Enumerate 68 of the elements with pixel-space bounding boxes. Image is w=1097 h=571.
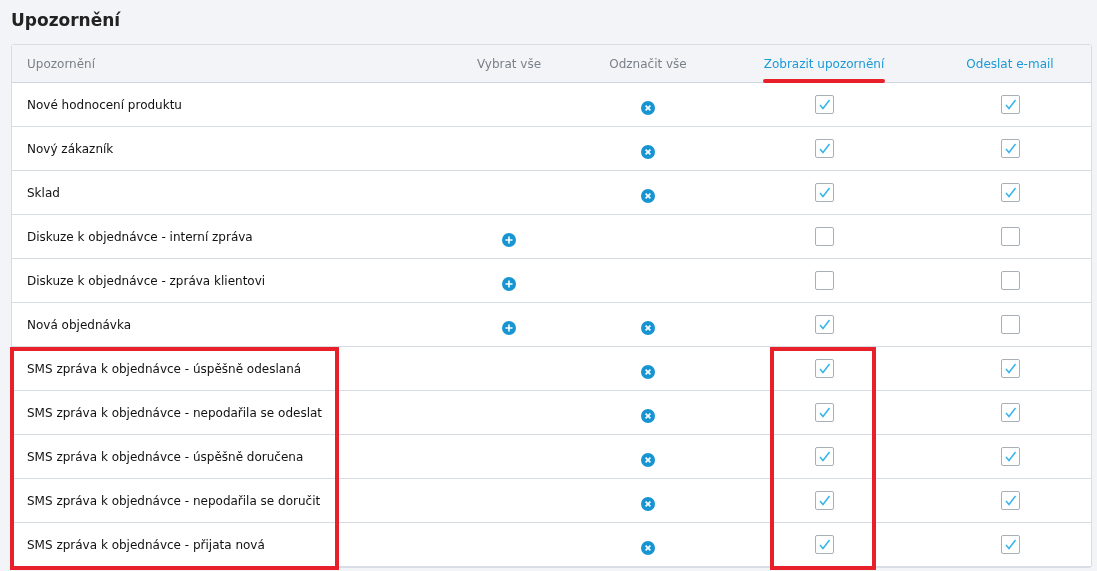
checkmark-icon [1003, 406, 1017, 419]
checkbox[interactable] [814, 491, 834, 510]
notification-name: Sklad [26, 185, 61, 200]
checkbox[interactable] [1000, 403, 1020, 422]
close-icon[interactable] [641, 320, 655, 335]
close-icon[interactable] [641, 540, 655, 555]
notification-name: Nový zákazník [26, 141, 115, 156]
checkmark-icon [817, 450, 831, 463]
notification-name: Diskuze k objednávce - interní zpráva [26, 229, 254, 244]
checkmark-icon [1003, 362, 1017, 375]
checkbox[interactable] [1000, 447, 1020, 466]
checkmark-icon [817, 98, 831, 111]
checkbox[interactable] [1000, 227, 1020, 246]
notification-name: SMS zpráva k objednávce - úspěšně odeslaná [26, 361, 303, 376]
checkbox[interactable] [1000, 315, 1020, 334]
checkbox[interactable] [1000, 535, 1020, 554]
checkbox[interactable] [1000, 271, 1020, 290]
checkbox[interactable] [814, 359, 834, 378]
checkmark-icon [817, 362, 831, 375]
plus-icon[interactable] [502, 276, 516, 291]
checkbox[interactable] [814, 227, 834, 246]
column-link[interactable]: Odeslat e-mail [966, 56, 1054, 71]
close-icon[interactable] [641, 452, 655, 467]
checkbox[interactable] [814, 95, 834, 114]
checkbox[interactable] [1000, 139, 1020, 158]
checkbox[interactable] [814, 403, 834, 422]
checkbox[interactable] [1000, 95, 1020, 114]
notification-name: SMS zpráva k objednávce - nepodařila se odeslat [26, 405, 324, 420]
close-icon[interactable] [641, 144, 655, 159]
plus-icon[interactable] [502, 232, 516, 247]
plus-icon[interactable] [502, 320, 516, 335]
checkbox[interactable] [814, 315, 834, 334]
checkbox[interactable] [814, 183, 834, 202]
column-header: Upozornění [27, 56, 96, 71]
close-icon[interactable] [641, 364, 655, 379]
notification-name: Diskuze k objednávce - zpráva klientovi [26, 273, 267, 288]
close-icon[interactable] [641, 496, 655, 511]
checkmark-icon [817, 318, 831, 331]
checkmark-icon [1003, 186, 1017, 199]
checkmark-icon [817, 142, 831, 155]
close-icon[interactable] [641, 100, 655, 115]
column-header: Odznačit vše [609, 56, 687, 71]
checkbox[interactable] [814, 535, 834, 554]
checkbox[interactable] [814, 271, 834, 290]
checkbox[interactable] [1000, 359, 1020, 378]
checkbox[interactable] [814, 139, 834, 158]
checkmark-icon [817, 538, 831, 551]
checkbox[interactable] [1000, 491, 1020, 510]
checkmark-icon [817, 186, 831, 199]
checkmark-icon [817, 494, 831, 507]
column-header: Vybrat vše [476, 56, 542, 71]
notification-name: Nové hodnocení produktu [26, 97, 183, 112]
notification-name: Nová objednávka [26, 317, 133, 332]
column-link[interactable]: Zobrazit upozornění [763, 56, 885, 71]
page-title: Upozornění [11, 9, 122, 32]
close-icon[interactable] [641, 408, 655, 423]
checkmark-icon [1003, 494, 1017, 507]
checkmark-icon [1003, 450, 1017, 463]
notification-name: SMS zpráva k objednávce - úspěšně doručena [26, 449, 305, 464]
notification-name: SMS zpráva k objednávce - nepodařila se doručit [26, 493, 322, 508]
checkmark-icon [1003, 98, 1017, 111]
checkmark-icon [1003, 538, 1017, 551]
notification-name: SMS zpráva k objednávce - přijata nová [26, 537, 266, 552]
checkmark-icon [817, 406, 831, 419]
close-icon[interactable] [641, 188, 655, 203]
checkbox[interactable] [1000, 183, 1020, 202]
checkmark-icon [1003, 142, 1017, 155]
checkbox[interactable] [814, 447, 834, 466]
